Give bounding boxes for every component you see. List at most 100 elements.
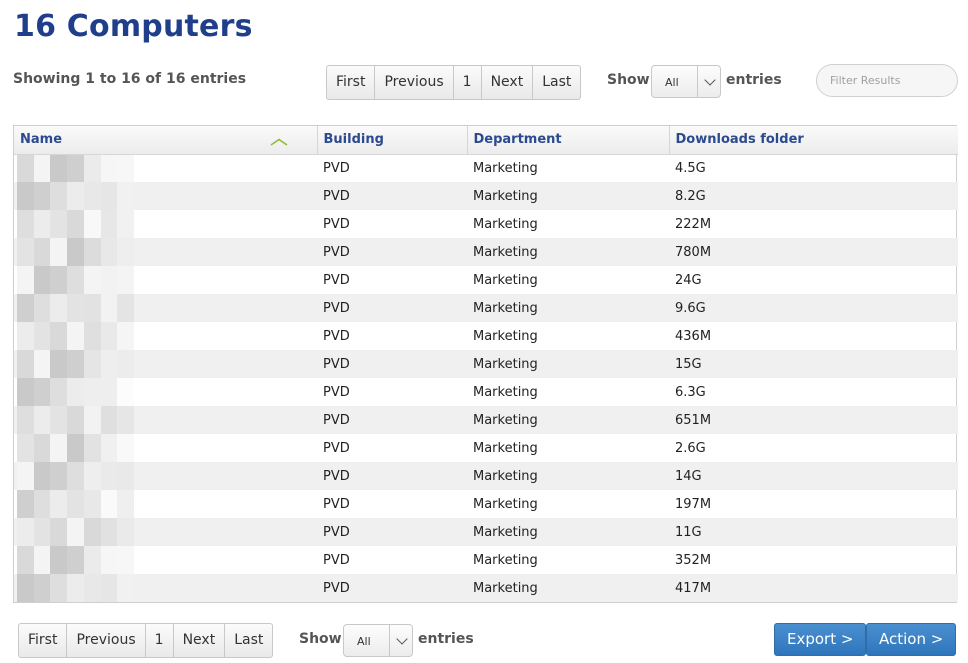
cell-name[interactable] [14, 182, 317, 210]
last-page-button[interactable]: Last [225, 624, 272, 657]
table-row[interactable]: PVD Marketing 24G [14, 266, 958, 294]
cell-department: Marketing [467, 350, 669, 378]
cell-name[interactable] [14, 574, 317, 602]
cell-building: PVD [323, 552, 350, 568]
table-row[interactable]: PVD Marketing 780M [14, 238, 958, 266]
cell-building: PVD [323, 328, 350, 344]
next-page-button[interactable]: Next [482, 66, 534, 99]
first-page-button[interactable]: First [19, 624, 68, 657]
cell-downloads: 222M [675, 216, 712, 232]
cell-downloads: 352M [675, 552, 712, 568]
cell-downloads: 8.2G [669, 182, 958, 210]
redacted-name [17, 266, 135, 294]
cell-building: PVD [323, 496, 350, 512]
redacted-name [17, 406, 135, 434]
first-page-button[interactable]: First [327, 66, 376, 99]
cell-downloads: 11G [669, 518, 958, 546]
action-button[interactable]: Action > [866, 623, 957, 656]
export-button[interactable]: Export > [774, 623, 867, 656]
table-row[interactable]: PVD Marketing 6.3G [14, 378, 958, 406]
cell-downloads: 15G [669, 350, 958, 378]
filter-input[interactable] [816, 64, 958, 97]
cell-department: Marketing [473, 552, 538, 568]
cell-name[interactable] [14, 266, 317, 294]
table-row[interactable]: PVD Marketing 436M [14, 322, 958, 350]
redacted-name [17, 462, 135, 490]
cell-name[interactable] [14, 490, 317, 518]
cell-building: PVD [323, 160, 350, 176]
entries-label: entries [726, 72, 782, 88]
table-row[interactable]: PVD Marketing 8.2G [14, 182, 958, 210]
column-header-name[interactable]: Name [14, 126, 318, 155]
cell-downloads: 6.3G [675, 384, 706, 400]
cell-department: Marketing [473, 328, 538, 344]
cell-downloads: 4.5G [675, 160, 706, 176]
cell-name[interactable] [14, 378, 317, 406]
table-row[interactable]: PVD Marketing 11G [14, 518, 958, 546]
cell-name[interactable] [14, 462, 317, 490]
table-row[interactable]: PVD Marketing 14G [14, 462, 958, 490]
redacted-name [17, 350, 135, 378]
cell-name[interactable] [14, 154, 317, 182]
entries-select[interactable]: All [343, 624, 413, 657]
table-row[interactable]: PVD Marketing 417M [14, 574, 958, 602]
column-header-downloads[interactable]: Downloads folder [669, 126, 958, 155]
entries-select-value: All [357, 635, 371, 648]
cell-department: Marketing [467, 294, 669, 322]
cell-building: PVD [317, 462, 467, 490]
page-title: 16 Computers [14, 9, 253, 44]
page-1-button[interactable]: 1 [454, 66, 482, 99]
cell-building: PVD [317, 350, 467, 378]
cell-name[interactable] [14, 546, 317, 574]
entries-info: Showing 1 to 16 of 16 entries [13, 71, 247, 87]
table-row[interactable]: PVD Marketing 15G [14, 350, 958, 378]
chevron-down-icon [704, 74, 716, 86]
cell-building: PVD [317, 406, 467, 434]
cell-name[interactable] [14, 238, 317, 266]
cell-downloads: 14G [669, 462, 958, 490]
table-row[interactable]: PVD Marketing 197M [14, 490, 958, 518]
previous-page-button[interactable]: Previous [67, 624, 146, 657]
cell-name[interactable] [14, 518, 317, 546]
column-header-department[interactable]: Department [467, 126, 670, 155]
table-row[interactable]: PVD Marketing 4.5G [14, 154, 958, 182]
table-row[interactable]: PVD Marketing 9.6G [14, 294, 958, 322]
cell-building: PVD [317, 238, 467, 266]
previous-page-button[interactable]: Previous [375, 66, 454, 99]
cell-department: Marketing [473, 160, 538, 176]
table-row[interactable]: PVD Marketing 651M [14, 406, 958, 434]
entries-label: entries [418, 631, 474, 647]
column-header-building[interactable]: Building [317, 126, 468, 155]
cell-name[interactable] [14, 406, 317, 434]
cell-downloads: 24G [675, 272, 702, 288]
cell-name[interactable] [14, 294, 317, 322]
entries-select[interactable]: All [651, 65, 721, 98]
cell-downloads: 780M [669, 238, 958, 266]
computers-table: Name Building Department Downloads folde… [13, 125, 958, 603]
cell-downloads: 651M [669, 406, 958, 434]
cell-downloads: 9.6G [669, 294, 958, 322]
cell-name[interactable] [14, 210, 317, 238]
cell-department: Marketing [473, 496, 538, 512]
cell-building: PVD [317, 518, 467, 546]
table-row[interactable]: PVD Marketing 352M [14, 546, 958, 574]
cell-downloads: 417M [669, 574, 958, 602]
next-page-button[interactable]: Next [174, 624, 226, 657]
chevron-up-icon [270, 138, 288, 146]
last-page-button[interactable]: Last [533, 66, 580, 99]
cell-department: Marketing [467, 518, 669, 546]
table-row[interactable]: PVD Marketing 2.6G [14, 434, 958, 462]
cell-building: PVD [323, 440, 350, 456]
table-header-row: Name Building Department Downloads folde… [14, 126, 958, 155]
cell-name[interactable] [14, 350, 317, 378]
cell-building: PVD [323, 272, 350, 288]
show-label: Show [607, 72, 650, 88]
redacted-name [17, 378, 135, 406]
page-1-button[interactable]: 1 [146, 624, 174, 657]
cell-building: PVD [317, 294, 467, 322]
table-row[interactable]: PVD Marketing 222M [14, 210, 958, 238]
cell-name[interactable] [14, 434, 317, 462]
cell-name[interactable] [14, 322, 317, 350]
redacted-name [17, 294, 135, 322]
cell-department: Marketing [467, 462, 669, 490]
